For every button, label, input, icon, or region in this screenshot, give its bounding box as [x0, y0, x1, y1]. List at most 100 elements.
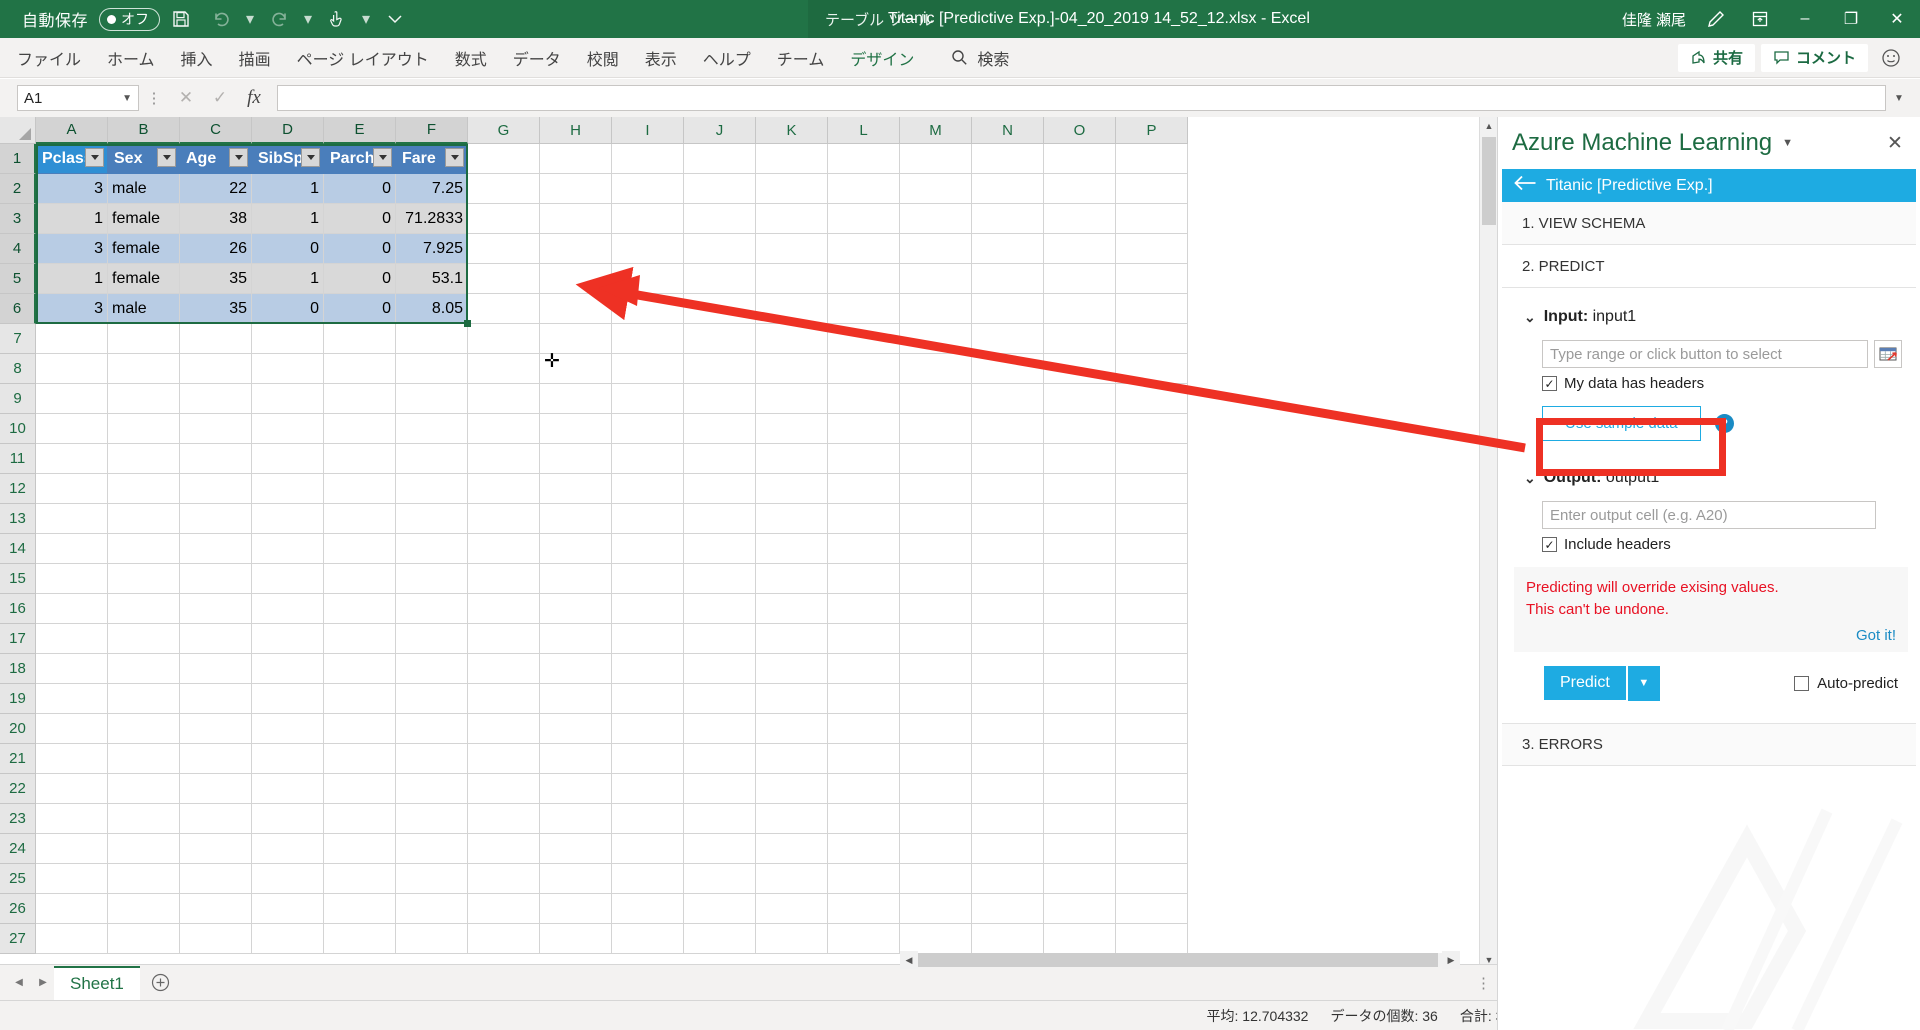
cell-I8[interactable]	[612, 354, 684, 384]
cell-P7[interactable]	[1116, 324, 1188, 354]
row-header-11[interactable]: 11	[0, 444, 36, 474]
cell-A4[interactable]: 3	[36, 234, 108, 264]
redo-dropdown-icon[interactable]: ▾	[300, 4, 316, 34]
cell-E5[interactable]: 0	[324, 264, 396, 294]
cell-P15[interactable]	[1116, 564, 1188, 594]
cell-D12[interactable]	[252, 474, 324, 504]
table-row[interactable]	[36, 774, 1188, 804]
table-row[interactable]	[36, 684, 1188, 714]
warning-dismiss-link[interactable]: Got it!	[1526, 627, 1896, 644]
cell-J5[interactable]	[684, 264, 756, 294]
table-row[interactable]	[36, 414, 1188, 444]
cell-E11[interactable]	[324, 444, 396, 474]
row-header-8[interactable]: 8	[0, 354, 36, 384]
cell-F6[interactable]: 8.05	[396, 294, 468, 324]
cell-C11[interactable]	[180, 444, 252, 474]
row-header-18[interactable]: 18	[0, 654, 36, 684]
cell-A12[interactable]	[36, 474, 108, 504]
scroll-left-icon[interactable]: ◀	[900, 951, 918, 969]
column-header-l[interactable]: L	[828, 117, 900, 144]
row-header-26[interactable]: 26	[0, 894, 36, 924]
formula-input[interactable]	[277, 85, 1886, 111]
cell-O13[interactable]	[1044, 504, 1116, 534]
cell-J17[interactable]	[684, 624, 756, 654]
filter-dropdown-age[interactable]	[229, 148, 248, 167]
cell-C12[interactable]	[180, 474, 252, 504]
cell-C4[interactable]: 26	[180, 234, 252, 264]
table-row[interactable]	[36, 564, 1188, 594]
comments-button[interactable]: コメント	[1760, 43, 1868, 72]
cell-M5[interactable]	[900, 264, 972, 294]
cell-F18[interactable]	[396, 654, 468, 684]
table-row[interactable]	[36, 324, 1188, 354]
cell-E2[interactable]: 0	[324, 174, 396, 204]
cell-N6[interactable]	[972, 294, 1044, 324]
cell-G1[interactable]	[468, 144, 540, 174]
cell-I5[interactable]	[612, 264, 684, 294]
cell-J26[interactable]	[684, 894, 756, 924]
cell-O17[interactable]	[1044, 624, 1116, 654]
cell-M1[interactable]	[900, 144, 972, 174]
cell-M2[interactable]	[900, 174, 972, 204]
cell-K19[interactable]	[756, 684, 828, 714]
ribbon-tab-draw[interactable]: 描画	[226, 38, 284, 78]
cell-L22[interactable]	[828, 774, 900, 804]
cell-M16[interactable]	[900, 594, 972, 624]
cell-K24[interactable]	[756, 834, 828, 864]
name-box[interactable]: A1 ▼	[17, 85, 139, 111]
cell-D20[interactable]	[252, 714, 324, 744]
cell-D23[interactable]	[252, 804, 324, 834]
cell-K15[interactable]	[756, 564, 828, 594]
table-row[interactable]	[36, 864, 1188, 894]
cell-E23[interactable]	[324, 804, 396, 834]
cell-D8[interactable]	[252, 354, 324, 384]
cell-M22[interactable]	[900, 774, 972, 804]
cell-B24[interactable]	[108, 834, 180, 864]
cell-K16[interactable]	[756, 594, 828, 624]
horizontal-scrollbar[interactable]: ◀ ▶	[900, 950, 1460, 970]
cell-I14[interactable]	[612, 534, 684, 564]
ribbon-tab-view[interactable]: 表示	[632, 38, 690, 78]
cell-B15[interactable]	[108, 564, 180, 594]
cell-B3[interactable]: female	[108, 204, 180, 234]
sheet-bar-splitter[interactable]: ⋮	[1476, 974, 1491, 992]
horizontal-scroll-track[interactable]	[918, 953, 1442, 967]
cell-A5[interactable]: 1	[36, 264, 108, 294]
touch-mode-dropdown-icon[interactable]: ▾	[358, 4, 374, 34]
cell-N20[interactable]	[972, 714, 1044, 744]
cell-A15[interactable]	[36, 564, 108, 594]
cell-O8[interactable]	[1044, 354, 1116, 384]
add-sheet-icon[interactable]	[140, 966, 182, 1000]
table-row[interactable]: 1 female 35 1 0 53.1	[36, 264, 1188, 294]
table-row[interactable]: 3 female 26 0 0 7.925	[36, 234, 1188, 264]
cell-F8[interactable]	[396, 354, 468, 384]
cell-G5[interactable]	[468, 264, 540, 294]
cell-O11[interactable]	[1044, 444, 1116, 474]
cell-A26[interactable]	[36, 894, 108, 924]
row-header-20[interactable]: 20	[0, 714, 36, 744]
cell-E18[interactable]	[324, 654, 396, 684]
output-headers-checkbox-row[interactable]: ✓ Include headers	[1502, 529, 1916, 553]
cell-I25[interactable]	[612, 864, 684, 894]
column-header-i[interactable]: I	[612, 117, 684, 144]
cell-O15[interactable]	[1044, 564, 1116, 594]
cell-J2[interactable]	[684, 174, 756, 204]
cell-K26[interactable]	[756, 894, 828, 924]
cell-C18[interactable]	[180, 654, 252, 684]
cell-P10[interactable]	[1116, 414, 1188, 444]
output-cell-field[interactable]: Enter output cell (e.g. A20)	[1542, 501, 1876, 529]
cell-C9[interactable]	[180, 384, 252, 414]
vertical-scroll-thumb[interactable]	[1482, 137, 1496, 225]
cell-H1[interactable]	[540, 144, 612, 174]
cell-K22[interactable]	[756, 774, 828, 804]
cell-A10[interactable]	[36, 414, 108, 444]
table-row[interactable]	[36, 534, 1188, 564]
cell-A8[interactable]	[36, 354, 108, 384]
cell-F15[interactable]	[396, 564, 468, 594]
cell-A16[interactable]	[36, 594, 108, 624]
cell-A11[interactable]	[36, 444, 108, 474]
cell-N18[interactable]	[972, 654, 1044, 684]
cell-C2[interactable]: 22	[180, 174, 252, 204]
cell-N24[interactable]	[972, 834, 1044, 864]
cell-J3[interactable]	[684, 204, 756, 234]
